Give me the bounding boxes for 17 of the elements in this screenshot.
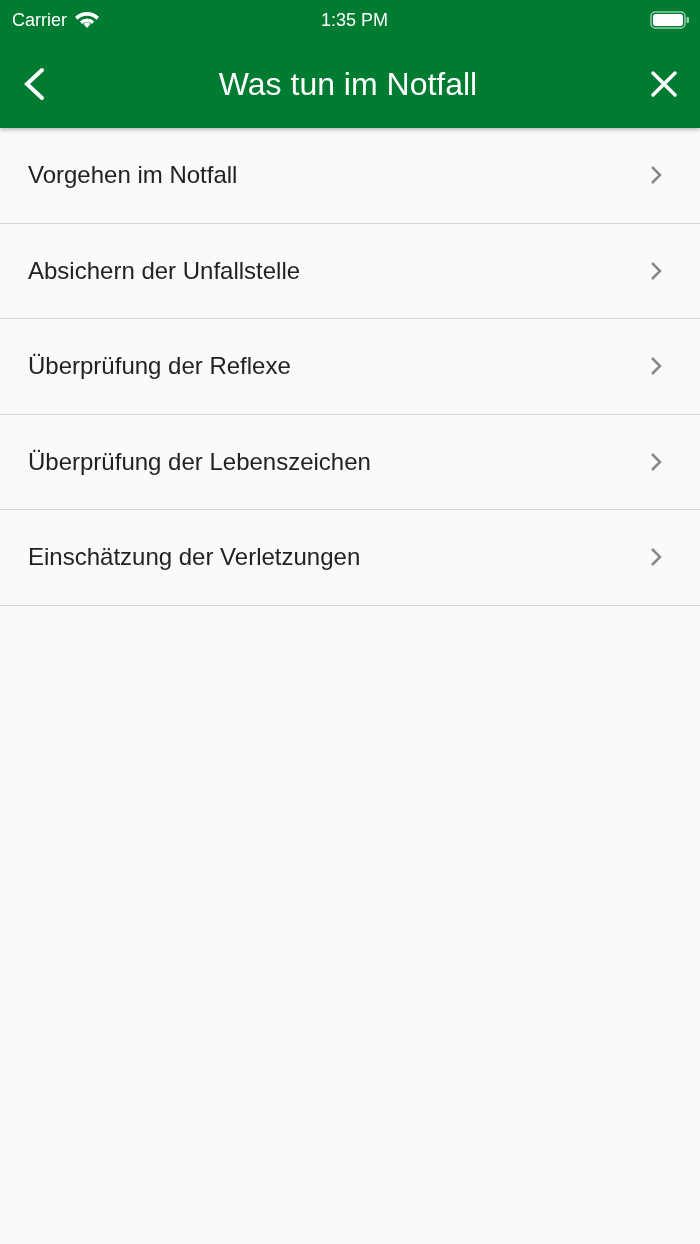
- close-button[interactable]: [650, 70, 678, 98]
- chevron-right-icon: [650, 451, 662, 472]
- battery-icon: [650, 11, 690, 29]
- wifi-icon: [75, 11, 99, 29]
- menu-item-label[interactable]: Überprüfung der Lebenszeichen: [28, 443, 371, 480]
- chevron-right-icon: [650, 356, 662, 377]
- chevron-right-icon: [650, 260, 662, 281]
- menu-item-label[interactable]: Absichern der Unfallstelle: [28, 252, 301, 289]
- menu-item-label[interactable]: Vorgehen im Notfall: [28, 157, 238, 194]
- carrier-label: Carrier: [12, 8, 67, 32]
- menu-item-label[interactable]: Überprüfung der Reflexe: [28, 348, 291, 385]
- chevron-right-icon: [650, 165, 662, 186]
- screen-title: Was tun im Notfall: [218, 65, 478, 104]
- back-button[interactable]: [22, 67, 46, 101]
- menu-item-label[interactable]: Einschätzung der Verletzungen: [28, 539, 361, 576]
- chevron-right-icon: [650, 547, 662, 568]
- status-time: 1:35 PM: [321, 8, 389, 32]
